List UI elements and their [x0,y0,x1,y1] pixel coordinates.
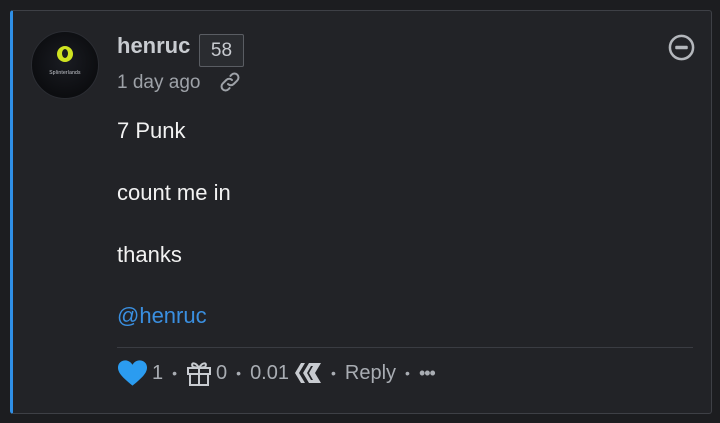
separator: • [172,365,178,381]
separator: • [331,365,336,381]
heart-icon[interactable] [117,359,148,387]
separator: • [236,365,242,381]
timestamp[interactable]: 1 day ago [117,72,200,94]
comment-text-line: count me in [117,180,231,205]
comment-text-line: 7 Punk [117,118,186,143]
gift-count[interactable]: 0 [216,362,227,385]
comment-footer: 1 • 0 • 0.01 • Reply • ••• [117,358,436,388]
author-name[interactable]: henruc [117,33,190,59]
comment-card: Splinterlands henruc 58 1 day ago 7 Punk… [10,10,712,414]
reputation-badge: 58 [199,34,244,67]
avatar-logo-text: Splinterlands [49,70,81,76]
more-options-button[interactable]: ••• [419,363,436,384]
gift-icon[interactable] [186,359,212,387]
divider [117,347,693,348]
payout-value[interactable]: 0.01 [250,362,289,385]
avatar[interactable]: Splinterlands [31,31,99,99]
comment-text-line: thanks [117,242,182,267]
link-icon[interactable] [218,70,242,94]
separator: • [405,365,410,381]
reply-button[interactable]: Reply [345,362,396,385]
vote-count[interactable]: 1 [152,362,163,385]
splinterlands-logo-icon [57,46,73,62]
collapse-icon[interactable] [668,34,695,61]
user-mention-link[interactable]: @henruc [117,303,207,329]
hive-icon [295,363,321,383]
